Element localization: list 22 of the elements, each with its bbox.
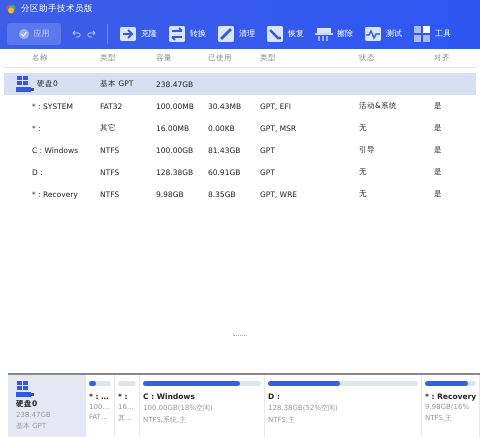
toolbar-button[interactable]: 恢复 (266, 24, 304, 42)
recover-icon (266, 24, 284, 42)
usage-bar (89, 381, 111, 386)
check-icon (18, 28, 28, 38)
toolbar-button[interactable]: 克隆 (119, 24, 157, 42)
undo-icon[interactable] (72, 30, 81, 38)
test-icon (364, 24, 382, 42)
clean-icon (217, 24, 235, 42)
toolbar-button[interactable]: 清理 (217, 24, 255, 42)
toolbar-button[interactable]: 擦除 (315, 24, 353, 42)
app-logo-icon (6, 4, 16, 14)
disk-icon (16, 76, 34, 92)
toolbar-button[interactable]: 工具 (413, 24, 451, 42)
usage-bar (425, 381, 476, 386)
window-title: 分区助手技术员版 (21, 3, 93, 15)
disk-icon (16, 381, 34, 397)
clone-icon (119, 24, 137, 42)
convert-icon (168, 24, 186, 42)
toolbar-button[interactable]: 转换 (168, 24, 206, 42)
tools-icon (413, 24, 431, 42)
redo-icon[interactable] (87, 30, 96, 38)
toolbar-button[interactable]: 测试 (364, 24, 402, 42)
